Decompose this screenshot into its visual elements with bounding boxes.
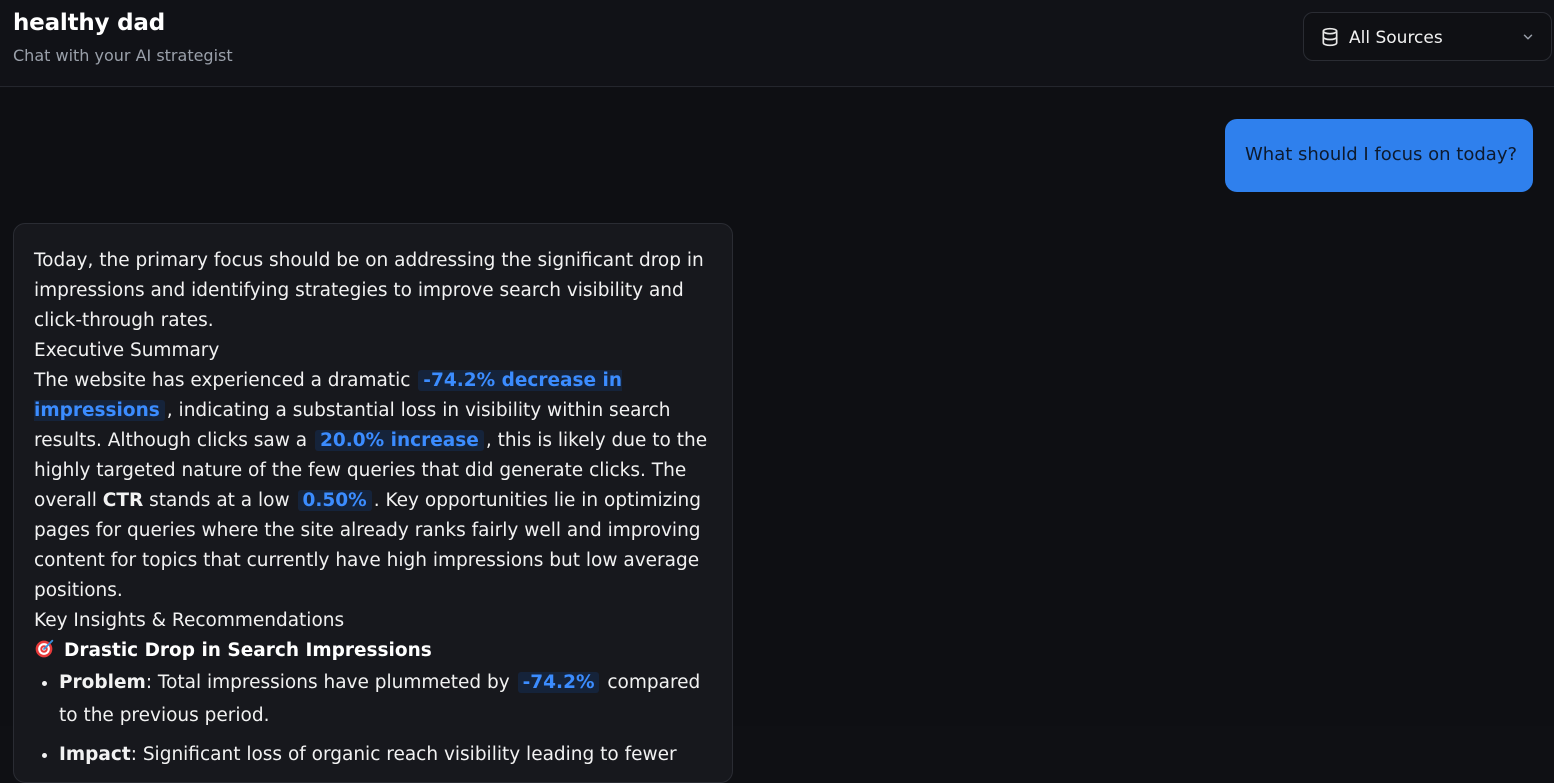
- assistant-message: Today, the primary focus should be on ad…: [13, 223, 733, 783]
- chat-thread[interactable]: What should I focus on today? Today, the…: [0, 88, 1554, 783]
- chevron-down-icon: [1523, 34, 1533, 40]
- insight-title: Drastic Drop in Search Impressions: [34, 636, 712, 666]
- app-header: healthy dad Chat with your AI strategist…: [0, 0, 1554, 87]
- list-item: Problem: Total impressions have plummete…: [59, 666, 712, 732]
- impact-label: Impact: [59, 744, 131, 765]
- assistant-intro: Today, the primary focus should be on ad…: [34, 250, 704, 331]
- executive-summary-text: The website has experienced a dramatic -…: [34, 366, 712, 606]
- insight-list: Problem: Total impressions have plummete…: [34, 666, 712, 771]
- page-subtitle: Chat with your AI strategist: [13, 46, 233, 65]
- metric-highlight: -74.2%: [517, 672, 600, 693]
- impact-text: : Significant loss of organic reach visi…: [130, 744, 677, 765]
- user-message: What should I focus on today?: [1225, 119, 1533, 192]
- ctr-label: CTR: [102, 490, 144, 511]
- summary-text: stands at a low: [149, 490, 290, 511]
- problem-text: : Total impressions have plummeted by: [145, 672, 510, 693]
- source-select-dropdown[interactable]: All Sources: [1303, 12, 1552, 61]
- insights-heading: Key Insights & Recommendations: [34, 610, 345, 631]
- metric-highlight: 0.50%: [297, 490, 372, 511]
- source-select-value: All Sources: [1349, 28, 1443, 48]
- page-title: healthy dad: [13, 10, 165, 36]
- insight-title-text: Drastic Drop in Search Impressions: [64, 640, 432, 661]
- target-icon: [35, 639, 54, 658]
- user-message-text: What should I focus on today?: [1245, 144, 1518, 165]
- summary-text: The website has experienced a dramatic: [34, 370, 411, 391]
- executive-summary-heading: Executive Summary: [34, 340, 220, 361]
- list-item: Impact: Significant loss of organic reac…: [59, 738, 712, 771]
- metric-highlight: 20.0% increase: [314, 430, 484, 451]
- database-icon: [1322, 27, 1338, 47]
- problem-label: Problem: [59, 672, 146, 693]
